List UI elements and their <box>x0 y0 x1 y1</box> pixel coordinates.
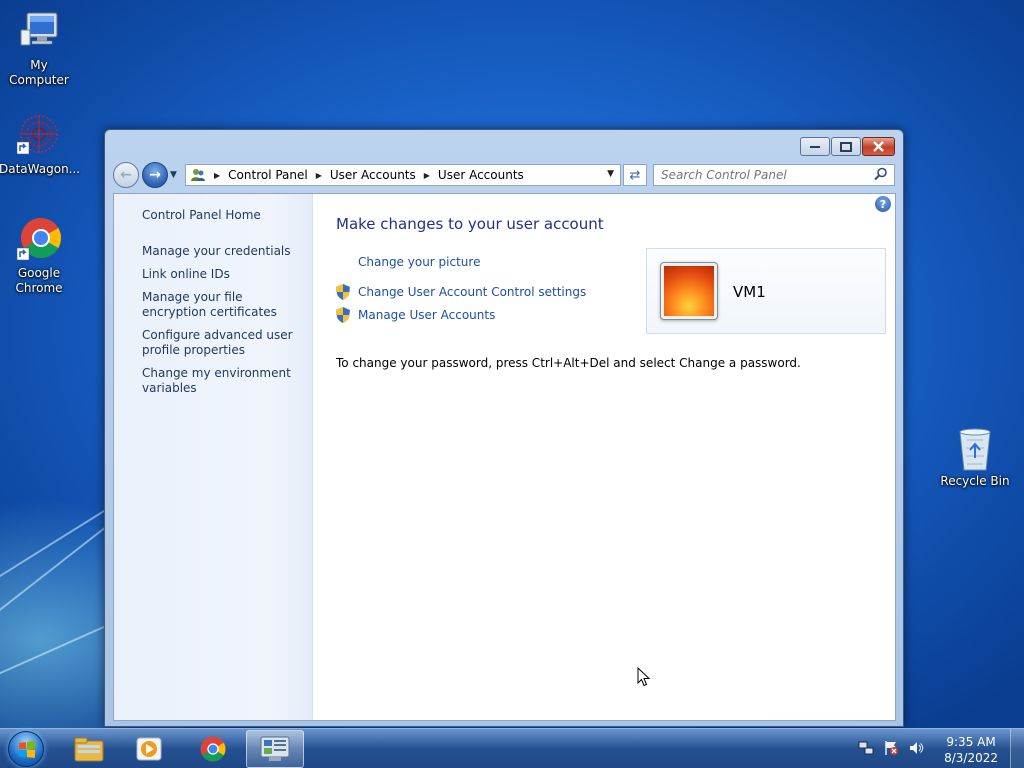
user-avatar[interactable] <box>660 262 718 320</box>
back-button[interactable]: ← <box>113 162 139 188</box>
mouse-cursor-icon <box>637 667 651 687</box>
desktop-icon-my-computer[interactable]: My Computer <box>0 8 79 88</box>
clock-date: 8/3/2022 <box>944 751 998 765</box>
uac-settings-link[interactable]: Change User Account Control settings <box>336 284 586 300</box>
forward-button[interactable]: → <box>142 162 168 188</box>
help-button[interactable]: ? <box>875 196 891 212</box>
task-label: Manage User Accounts <box>358 308 496 322</box>
breadcrumb-separator-icon[interactable]: ▶ <box>214 171 220 180</box>
account-name: VM1 <box>733 283 766 301</box>
show-desktop-button[interactable] <box>1010 729 1024 768</box>
volume-icon[interactable] <box>908 740 924 756</box>
flower-picture-icon <box>664 266 714 316</box>
minimize-button[interactable] <box>800 137 830 156</box>
task-label: Change User Account Control settings <box>358 285 587 299</box>
caption-buttons <box>799 137 895 156</box>
minimize-icon <box>810 145 820 148</box>
link-online-ids-link[interactable]: Link online IDs <box>142 267 302 282</box>
task-label: Change your picture <box>358 255 481 269</box>
desktop-icon-google-chrome[interactable]: Google Chrome <box>0 216 79 296</box>
forward-arrow-icon: → <box>149 167 161 183</box>
network-icon[interactable] <box>858 740 874 756</box>
manage-user-accounts-link[interactable]: Manage User Accounts <box>336 307 495 323</box>
action-center-icon[interactable] <box>883 740 899 756</box>
taskbar-explorer[interactable] <box>60 730 118 768</box>
breadcrumb-separator-icon[interactable]: ▶ <box>316 171 322 180</box>
password-note: To change your password, press Ctrl+Alt+… <box>336 356 801 370</box>
start-button[interactable] <box>8 731 44 767</box>
page-title: Make changes to your user account <box>336 215 604 233</box>
breadcrumb-separator-icon[interactable]: ▶ <box>424 171 430 180</box>
window-content: Control Panel Home Manage your credentia… <box>113 193 896 721</box>
desktop-icon-recycle-bin[interactable]: Recycle Bin <box>935 424 1015 489</box>
user-accounts-icon <box>191 169 205 181</box>
system-clock[interactable]: 9:35 AM 8/3/2022 <box>944 734 998 766</box>
control-panel-home-link[interactable]: Control Panel Home <box>142 208 302 223</box>
taskbar-chrome[interactable] <box>184 730 242 768</box>
address-bar[interactable]: ▶ Control Panel ▶ User Accounts ▶ User A… <box>185 164 621 186</box>
address-dropdown-icon[interactable]: ▼ <box>607 169 614 179</box>
control-panel-window: ← → ▼ ▶ Control Panel ▶ User Accounts ▶ … <box>104 129 904 727</box>
breadcrumb-control-panel[interactable]: Control Panel <box>228 168 308 182</box>
task-pane: Control Panel Home Manage your credentia… <box>114 194 313 720</box>
datawagon-icon <box>15 112 63 160</box>
navigation-bar: ← → ▼ ▶ Control Panel ▶ User Accounts ▶ … <box>113 162 895 188</box>
uac-shield-icon <box>336 284 350 300</box>
search-icon[interactable] <box>874 167 888 181</box>
desktop-icon-datawagon[interactable]: DataWagon... <box>0 112 81 177</box>
recycle-bin-icon <box>951 424 999 472</box>
desktop-icon-label: DataWagon... <box>0 162 81 176</box>
close-button[interactable] <box>862 137 895 156</box>
desktop-icon-label: Recycle Bin <box>940 474 1010 488</box>
restore-icon <box>840 141 852 152</box>
recent-pages-dropdown[interactable]: ▼ <box>170 170 177 180</box>
search-input[interactable] <box>654 165 864 185</box>
main-pane: ? Make changes to your user account Chan… <box>314 194 895 720</box>
manage-credentials-link[interactable]: Manage your credentials <box>142 244 302 259</box>
windows-logo-icon <box>19 741 35 758</box>
desktop-icon-label: My Computer <box>9 58 69 87</box>
explorer-icon <box>74 737 104 762</box>
clock-time: 9:35 AM <box>946 735 996 749</box>
maximize-button[interactable] <box>831 137 861 156</box>
taskbar-control-panel[interactable] <box>246 730 304 768</box>
file-encryption-certificates-link[interactable]: Manage your file encryption certificates <box>142 290 302 320</box>
computer-icon <box>15 8 63 56</box>
taskbar: 9:35 AM 8/3/2022 <box>0 728 1024 768</box>
back-arrow-icon: ← <box>120 167 132 183</box>
chrome-icon <box>200 736 226 762</box>
breadcrumb-current[interactable]: User Accounts <box>438 168 524 182</box>
notification-area <box>849 740 924 756</box>
uac-shield-icon <box>336 307 350 323</box>
refresh-button[interactable]: ⇄ <box>623 164 647 186</box>
advanced-profile-properties-link[interactable]: Configure advanced user profile properti… <box>142 328 302 358</box>
chrome-icon <box>15 216 63 264</box>
account-card: VM1 <box>646 248 886 334</box>
taskbar-media-player[interactable] <box>120 730 178 768</box>
refresh-icon: ⇄ <box>629 167 641 183</box>
environment-variables-link[interactable]: Change my environment variables <box>142 366 302 396</box>
change-picture-link[interactable]: Change your picture <box>358 255 480 269</box>
desktop-icon-label: Google Chrome <box>15 266 63 295</box>
search-box[interactable] <box>653 164 895 186</box>
help-icon: ? <box>879 197 887 211</box>
wallpaper-streak <box>0 517 119 642</box>
media-player-icon <box>136 737 162 761</box>
control-panel-icon <box>260 736 290 761</box>
close-icon <box>873 141 884 152</box>
breadcrumb-user-accounts[interactable]: User Accounts <box>330 168 416 182</box>
